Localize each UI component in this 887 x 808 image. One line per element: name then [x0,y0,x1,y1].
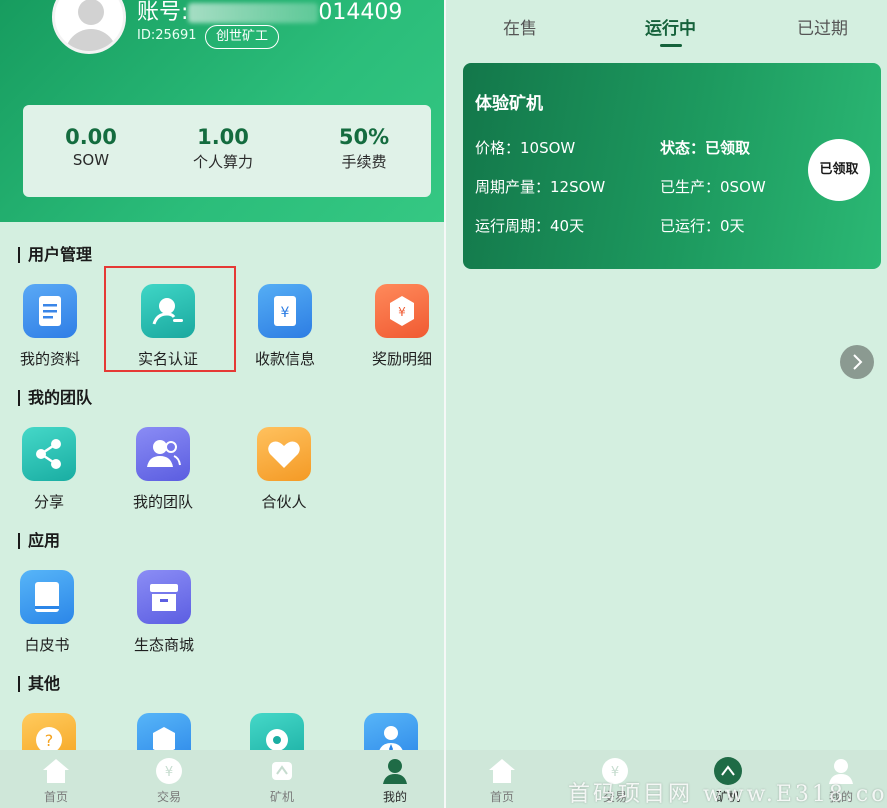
svg-text:¥: ¥ [165,765,173,780]
miner-screen: 在售 运行中 已过期 体验矿机 价格：10SOW 状态：已领取 周期产量：12S… [446,0,887,808]
document-icon [23,284,77,338]
partner-icon [257,427,311,481]
account-number: 账号: 014409 [137,0,402,26]
svg-text:¥: ¥ [281,305,290,321]
stat-sow: 0.00 SOW [23,125,159,169]
menu-eco-store[interactable]: 生态商城 [109,570,219,655]
miner-output: 周期产量：12SOW [475,178,606,196]
tab-running[interactable]: 运行中 [645,14,696,39]
section-title-other: 其他 [18,676,60,692]
miner-period: 运行周期：40天 [475,217,585,235]
tab-on-sale[interactable]: 在售 [503,14,537,39]
menu-whitepaper[interactable]: 白皮书 [0,570,102,655]
menu-payment-info[interactable]: ¥ 收款信息 [230,284,340,369]
level-badge: 创世矿工 [205,25,280,49]
stats-card: 0.00 SOW 1.00 个人算力 50% 手续费 [23,105,431,197]
section-title-apps: 应用 [18,533,60,549]
menu-partner[interactable]: 合伙人 [229,427,339,512]
miner-status: 状态：已领取 [660,139,751,157]
account-tail: 014409 [318,0,403,25]
menu-label: 奖励明细 [371,350,432,368]
svg-text:?: ? [45,731,54,750]
menu-label: 我的团队 [132,493,193,511]
book-icon [20,570,74,624]
miner-card: 体验矿机 价格：10SOW 状态：已领取 周期产量：12SOW 已生产：0SOW… [463,63,881,269]
store-icon [137,570,191,624]
svg-text:¥: ¥ [398,305,406,319]
stat-value: 0.00 [65,125,117,149]
miner-tabs: 在售 运行中 已过期 [446,0,887,52]
profile-screen: 账号: 014409 ID:25691 创世矿工 0.00 SOW 1.00 个人… [0,0,445,808]
avatar[interactable] [52,0,126,54]
stat-fee: 50% 手续费 [296,125,432,172]
miner-title: 体验矿机 [475,94,543,114]
home-icon [487,756,517,786]
bottom-nav: 首页 ¥ 交易 矿机 我的 [0,750,445,808]
claimed-button[interactable]: 已领取 [808,139,870,201]
home-icon [41,756,71,786]
highlight-box [104,266,236,372]
menu-my-team[interactable]: 我的团队 [108,427,218,512]
active-tab-indicator [660,44,682,47]
reward-icon: ¥ [375,284,429,338]
nav-mine[interactable]: 我的 [360,756,430,805]
menu-label: 分享 [33,493,64,511]
menu-label: 我的资料 [19,350,80,368]
user-id: ID:25691 [137,28,197,43]
menu-reward-details[interactable]: ¥ 奖励明细 [347,284,445,369]
miner-price: 价格：10SOW [475,139,576,157]
tab-expired[interactable]: 已过期 [797,14,848,39]
menu-share[interactable]: 分享 [0,427,104,512]
team-icon [136,427,190,481]
yuan-icon: ¥ [154,756,184,786]
miner-icon [267,756,297,786]
nav-home[interactable]: 首页 [21,756,91,805]
profile-icon [380,756,410,786]
stat-value: 50% [338,125,390,149]
account-label: 账号: [137,0,189,25]
nav-trade[interactable]: ¥ 交易 [134,756,204,805]
next-arrow-button[interactable] [840,345,874,379]
nav-label: 首页 [43,790,68,804]
stat-label: 手续费 [341,153,387,171]
nav-home[interactable]: 首页 [467,756,537,805]
stat-label: 个人算力 [192,153,253,171]
stat-value: 1.00 [197,125,249,149]
nav-label: 我的 [382,790,407,804]
section-title-team: 我的团队 [18,390,92,406]
nav-miner[interactable]: 矿机 [247,756,317,805]
nav-label: 交易 [156,790,181,804]
nav-label: 首页 [489,790,514,804]
menu-my-profile[interactable]: 我的资料 [0,284,105,369]
share-icon [22,427,76,481]
account-masked [188,3,319,23]
menu-label: 白皮书 [24,636,70,654]
miner-produced: 已生产：0SOW [660,178,766,196]
menu-label: 收款信息 [254,350,315,368]
chevron-right-icon [853,354,863,370]
watermark-text: 首码项目网 www.E318.com [568,782,887,807]
payment-icon: ¥ [258,284,312,338]
section-title-user: 用户管理 [18,247,92,263]
menu-label: 生态商城 [133,636,194,654]
miner-running: 已运行：0天 [660,217,745,235]
stat-label: SOW [72,151,110,169]
stat-hashrate: 1.00 个人算力 [155,125,291,172]
nav-label: 矿机 [269,790,294,804]
menu-label: 合伙人 [261,493,307,511]
